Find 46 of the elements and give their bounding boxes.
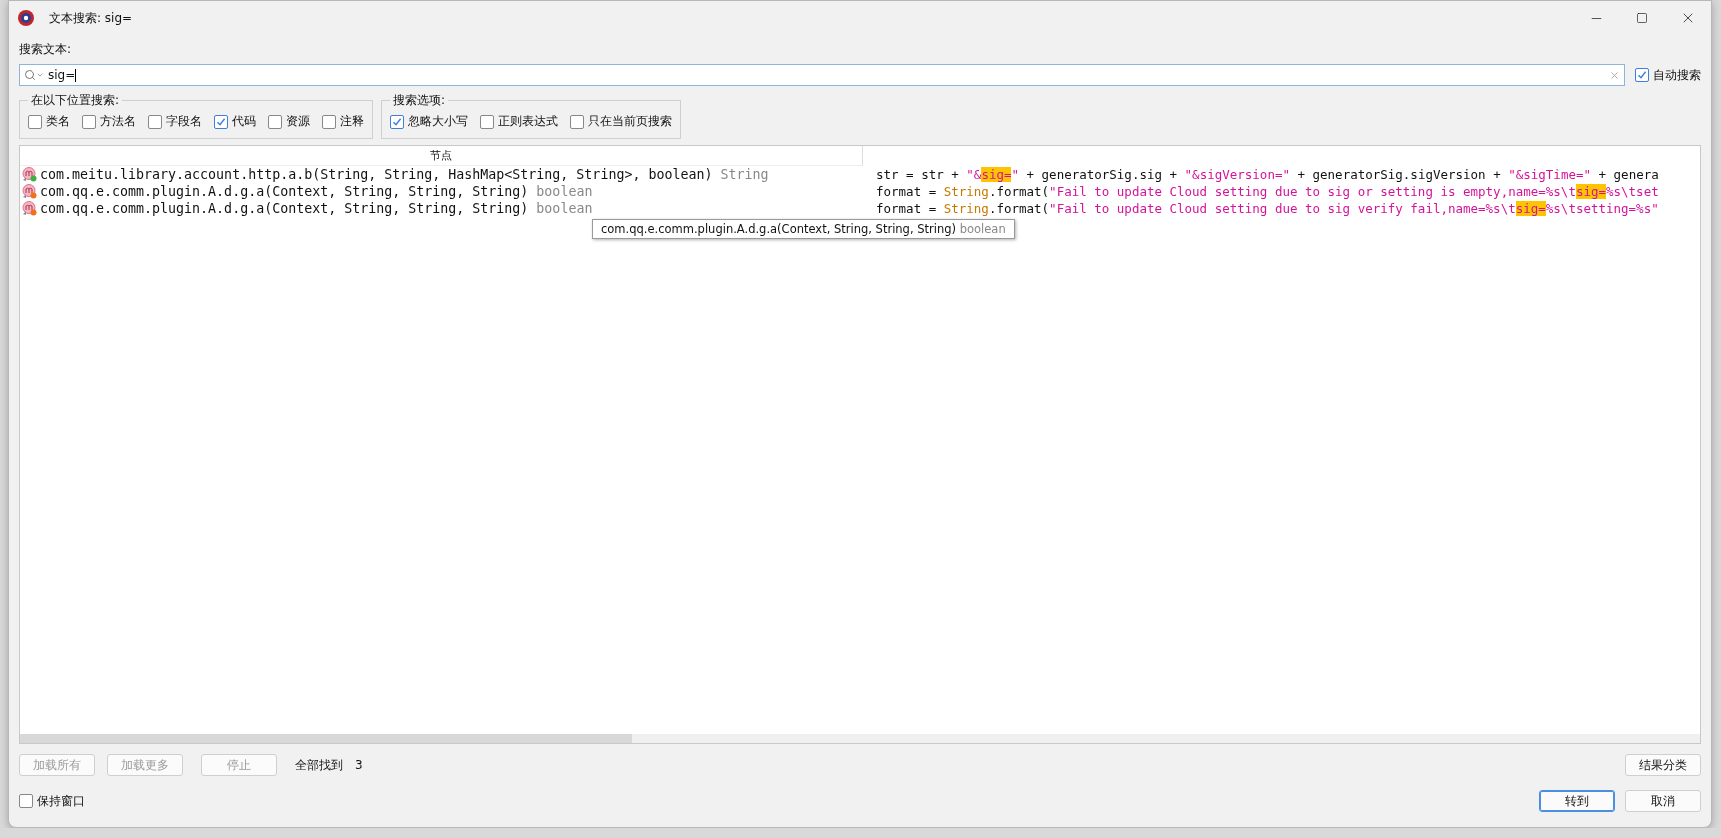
checkbox[interactable] bbox=[390, 114, 404, 129]
checkbox[interactable] bbox=[322, 114, 336, 129]
group-title: 在以下位置搜索: bbox=[30, 92, 121, 109]
method-icon bbox=[22, 167, 37, 182]
checkbox-label: 只在当前页搜索 bbox=[588, 113, 672, 130]
dialog-button[interactable]: 转到 bbox=[1539, 790, 1615, 812]
checkbox[interactable] bbox=[19, 794, 33, 808]
checkbox[interactable] bbox=[268, 114, 282, 129]
search-icon bbox=[24, 69, 44, 81]
result-node[interactable]: com.qq.e.comm.plugin.A.d.g.a(Context, String, String, String) boolean bbox=[20, 184, 864, 199]
result-node[interactable]: com.qq.e.comm.plugin.A.d.g.a(Context, String, String, String) boolean bbox=[20, 201, 864, 216]
checkbox[interactable] bbox=[214, 114, 228, 129]
group-results-button[interactable]: 结果分类 bbox=[1625, 754, 1701, 776]
group-title: 搜索选项: bbox=[392, 92, 447, 109]
clear-icon[interactable] bbox=[1609, 69, 1620, 81]
checkbox-label: 注释 bbox=[340, 113, 364, 130]
app-logo-icon bbox=[17, 9, 35, 27]
found-label: 全部找到 bbox=[295, 756, 343, 774]
result-node[interactable]: com.meitu.library.account.http.a.b(String, String, HashMap<String, String>, boolean) String bbox=[20, 167, 864, 182]
checkbox[interactable] bbox=[570, 114, 584, 129]
checkbox-label: 代码 bbox=[232, 113, 256, 130]
checkbox[interactable] bbox=[82, 114, 96, 129]
search-field[interactable]: sig= bbox=[19, 64, 1625, 86]
checkbox[interactable] bbox=[1635, 68, 1649, 82]
checkbox-label: 保持窗口 bbox=[37, 792, 85, 810]
checkbox[interactable] bbox=[480, 114, 494, 129]
found-count: 3 bbox=[355, 758, 363, 772]
column-header[interactable]: 节点 bbox=[20, 146, 863, 166]
method-icon bbox=[22, 201, 37, 216]
checkbox[interactable] bbox=[28, 114, 42, 129]
dialog-button[interactable]: 取消 bbox=[1625, 790, 1701, 812]
checkbox-label: 方法名 bbox=[100, 113, 136, 130]
search-label: 搜索文本: bbox=[19, 41, 72, 58]
window-title: 文本搜索: sig= bbox=[49, 9, 134, 27]
checkbox[interactable] bbox=[148, 114, 162, 129]
checkbox-label: 字段名 bbox=[166, 113, 202, 130]
checkbox-label: 自动搜索 bbox=[1653, 66, 1701, 84]
checkbox-label: 正则表达式 bbox=[498, 113, 558, 130]
code-line: str = str + "&sig=" + generatorSig.sig + "&sigVersion=" + generatorSig.sigVersion + "&sigTime=" + genera bbox=[875, 167, 1660, 182]
checkbox-label: 类名 bbox=[46, 113, 70, 130]
checkbox-label: 忽略大小写 bbox=[408, 113, 468, 130]
checkbox-label: 资源 bbox=[286, 113, 310, 130]
horizontal-scrollbar[interactable] bbox=[20, 734, 1700, 743]
maximize-icon[interactable] bbox=[1636, 12, 1648, 24]
method-icon bbox=[22, 184, 37, 199]
tooltip: com.qq.e.comm.plugin.A.d.g.a(Context, String, String, String) boolean bbox=[592, 219, 1015, 239]
